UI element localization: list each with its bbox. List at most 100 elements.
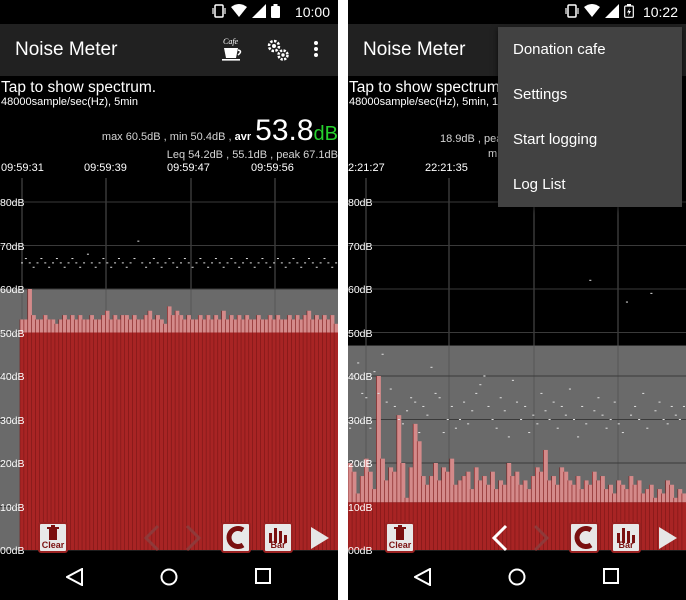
bar-base [310, 332, 316, 550]
bar-value [384, 480, 390, 503]
home-icon[interactable] [160, 568, 178, 586]
bar-base [47, 332, 52, 550]
bar-base [51, 332, 56, 550]
play-icon[interactable] [657, 525, 679, 551]
bar-mode-button[interactable]: Bar [611, 522, 641, 553]
prev-arrow-icon[interactable] [491, 524, 509, 552]
overflow-menu: Donation cafe Settings Start logging Log… [498, 27, 682, 207]
bar-base [210, 332, 215, 550]
y-axis-label: 70dB [0, 240, 25, 253]
bar-value [287, 315, 292, 333]
bar-value [194, 319, 199, 333]
nav-bar [348, 554, 686, 600]
level-graph[interactable]: 80dB 70dB 60dB 50dB 40dB 30dB 20dB 10dB 00dB [0, 178, 338, 557]
bar-value [677, 489, 683, 503]
bar-base [264, 332, 269, 550]
bar-base [600, 502, 605, 550]
bar-base [221, 332, 226, 550]
bar-base [39, 332, 44, 550]
bar-base [272, 332, 277, 550]
menu-item-log-list[interactable]: Log List [498, 162, 682, 207]
bar-value [310, 319, 316, 333]
bar-value [519, 484, 524, 503]
tap-hint[interactable]: Tap to show spectrum. [1, 79, 156, 97]
bar-value [291, 319, 296, 333]
bar-value [641, 493, 646, 503]
bar-value [531, 476, 536, 503]
bar-base [225, 332, 230, 550]
bar-base [295, 332, 300, 550]
clear-label: Clear [388, 540, 412, 550]
calibrate-c-button[interactable] [221, 522, 251, 553]
bar-value [421, 476, 426, 503]
home-icon[interactable] [508, 568, 526, 586]
bar-value [441, 467, 447, 503]
menu-item-donation-cafe[interactable]: Donation cafe [498, 27, 682, 72]
bar-base [179, 332, 184, 550]
bar-value [54, 323, 60, 333]
bar-value [283, 319, 288, 333]
bar-value [616, 480, 622, 503]
menu-item-settings[interactable]: Settings [498, 72, 682, 117]
bar-value [89, 315, 94, 333]
bar-value [555, 484, 561, 503]
cafe-button[interactable]: Cafe [221, 36, 245, 67]
y-axis-label: 40dB [0, 371, 25, 383]
time-label: 2:21:27 [348, 162, 385, 174]
bar-value [326, 319, 331, 333]
clear-button[interactable]: Clear [385, 522, 415, 553]
tap-hint[interactable]: Tap to show spectrum. [349, 79, 504, 97]
bar-value [405, 497, 410, 503]
menu-item-start-logging[interactable]: Start logging [498, 117, 682, 162]
back-icon[interactable] [414, 568, 432, 586]
bar-base [182, 332, 188, 550]
play-icon[interactable] [309, 525, 331, 551]
nav-bar [0, 554, 338, 600]
bar-value [506, 463, 512, 503]
bar-value [295, 315, 300, 333]
recents-icon[interactable] [255, 568, 271, 584]
bar-base [641, 502, 646, 550]
bar-base [43, 332, 48, 550]
bar-value [314, 315, 319, 333]
bar-value [198, 315, 203, 333]
clear-button[interactable]: Clear [38, 522, 68, 553]
bar-value [449, 458, 455, 503]
bar-base [279, 332, 285, 550]
bar-value [576, 476, 581, 503]
bar-value [453, 484, 459, 503]
y-axis-label: 30dB [0, 414, 25, 427]
vibrate-icon [212, 4, 226, 18]
more-vert-icon [314, 41, 318, 57]
bar-value [210, 319, 215, 333]
settings-button[interactable] [266, 38, 290, 67]
bar-base [190, 332, 195, 550]
prev-arrow-icon[interactable] [143, 524, 161, 552]
next-arrow-icon[interactable] [184, 524, 202, 552]
info-panel[interactable]: Tap to show spectrum. 48000sample/sec(Hz… [0, 76, 338, 161]
bar-value [272, 319, 277, 333]
bar-value [633, 484, 638, 503]
bar-value [588, 484, 593, 503]
overflow-menu-button[interactable] [313, 40, 319, 63]
bar-value [229, 315, 234, 333]
back-icon[interactable] [66, 568, 84, 586]
bar-mode-button[interactable]: Bar [263, 522, 293, 553]
bar-value [592, 471, 597, 503]
bar-base [244, 332, 250, 550]
next-arrow-icon[interactable] [532, 524, 550, 552]
bar-base [70, 332, 75, 550]
level-graph[interactable]: 80dB 70dB 60dB 50dB 40dB 30dB 20dB 10dB 00dB [348, 178, 686, 557]
recents-icon[interactable] [603, 568, 619, 584]
bar-base [20, 332, 25, 550]
bar-value [175, 310, 180, 333]
bar-value [482, 476, 487, 503]
bar-value [31, 315, 36, 333]
calibrate-c-button[interactable] [569, 522, 599, 553]
bar-value [322, 315, 327, 333]
bar-value [171, 315, 176, 333]
bar-base [128, 332, 133, 550]
bar-base [470, 502, 475, 550]
bar-value [217, 319, 222, 333]
bar-value [673, 497, 679, 503]
